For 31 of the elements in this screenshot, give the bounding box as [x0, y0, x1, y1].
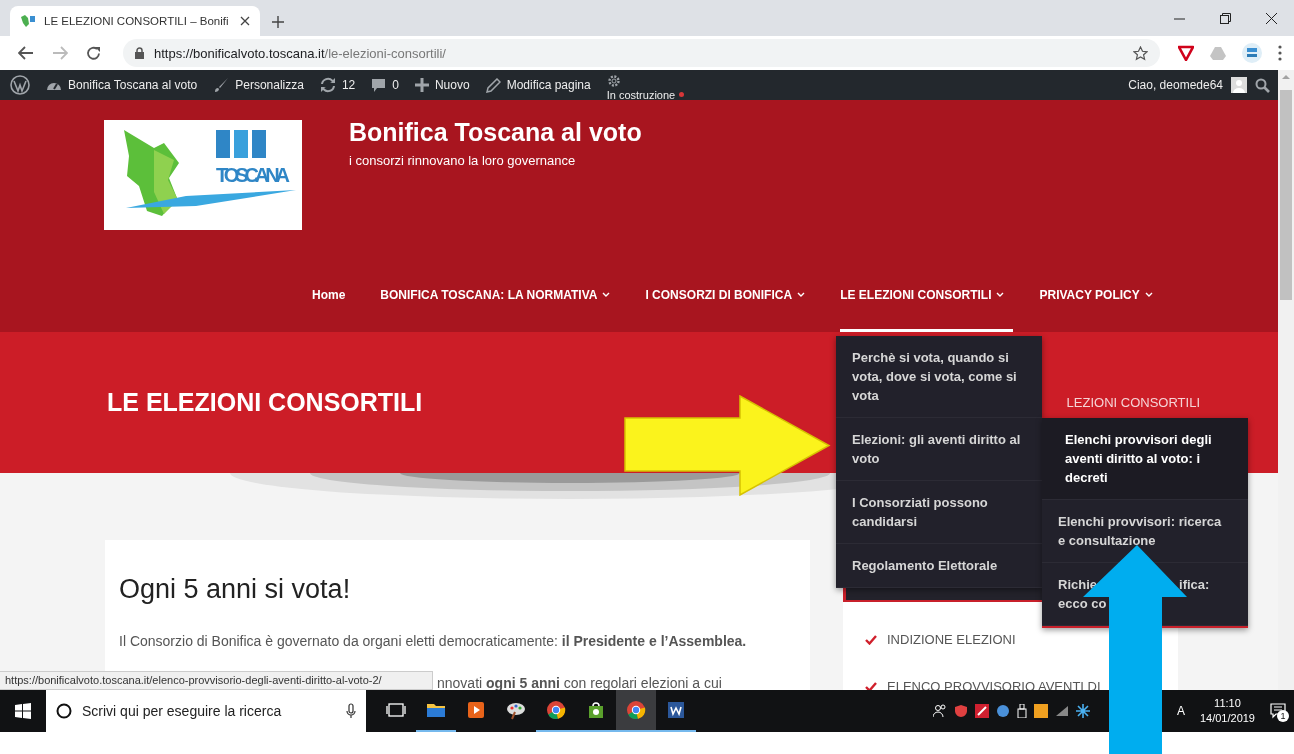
search-field[interactable]: Scrivi qui per eseguire la ricerca: [80, 702, 338, 720]
page-title: LE ELEZIONI CONSORTILI: [107, 388, 423, 417]
browser-tab[interactable]: LE ELEZIONI CONSORTILI – Bonifi: [10, 6, 260, 36]
breadcrumb[interactable]: LEZIONI CONSORTILI: [1066, 395, 1200, 410]
submenu-item[interactable]: Elenchi provvisori degli aventi diritto al voto: i decreti: [1042, 418, 1248, 500]
admin-bar-link[interactable]: 12: [341, 78, 356, 92]
search-box[interactable]: Scrivi qui per eseguire la ricerca: [46, 690, 366, 732]
article-paragraph: Il Consorzio di Bonifica è governato da organi eletti democraticamente: il Presidente e l’Assemblea.: [119, 633, 748, 649]
address-field[interactable]: https://bonificalvoto.toscana.it/le-elezioni-consortili/: [123, 39, 1160, 67]
clock[interactable]: 11:10 14/01/2019: [1199, 696, 1255, 726]
greeting-link[interactable]: Ciao, deomede64: [1128, 78, 1223, 92]
admin-bar-link[interactable]: Modifica pagina: [506, 78, 591, 92]
admin-bar-link[interactable]: Bonifica Toscana al voto: [68, 78, 198, 92]
admin-bar-link[interactable]: Nuovo: [434, 78, 470, 92]
admin-bar-link[interactable]: Personalizza: [235, 78, 304, 92]
nav-item[interactable]: BONIFICA TOSCANA: LA NORMATIVA: [380, 260, 620, 332]
menu-item[interactable]: Perchè si vota, quando si vota, dove si vota, come si vota: [836, 336, 1042, 418]
site-title[interactable]: Bonifica Toscana al voto: [349, 118, 642, 147]
admin-bar-link[interactable]: 0: [392, 78, 399, 92]
nav-item[interactable]: PRIVACY POLICY: [1039, 260, 1162, 332]
site-tagline: i consorzi rinnovano la loro governance: [349, 153, 577, 168]
nav-item[interactable]: Home: [312, 260, 355, 332]
sidebar-link[interactable]: INDIZIONE ELEZIONI: [887, 632, 1016, 647]
article-heading: Ogni 5 anni si vota!: [119, 574, 352, 605]
status-url-tooltip: https://bonificalvoto.toscana.it/elenco-provvisorio-degli-aventi-diritto-al-voto-2/: [0, 671, 433, 690]
notification-count: 1: [1277, 710, 1289, 722]
language-indicator[interactable]: A: [1176, 704, 1185, 718]
nav-item[interactable]: I CONSORZI DI BONIFICA: [645, 260, 815, 332]
status-label[interactable]: In costruzione: [606, 88, 676, 101]
article-paragraph: nnovati ogni 5 anni con regolari elezioni a cui: [437, 675, 723, 690]
url-text: https://bonificalvoto.toscana.it/le-elezioni-consortili/: [154, 45, 447, 61]
